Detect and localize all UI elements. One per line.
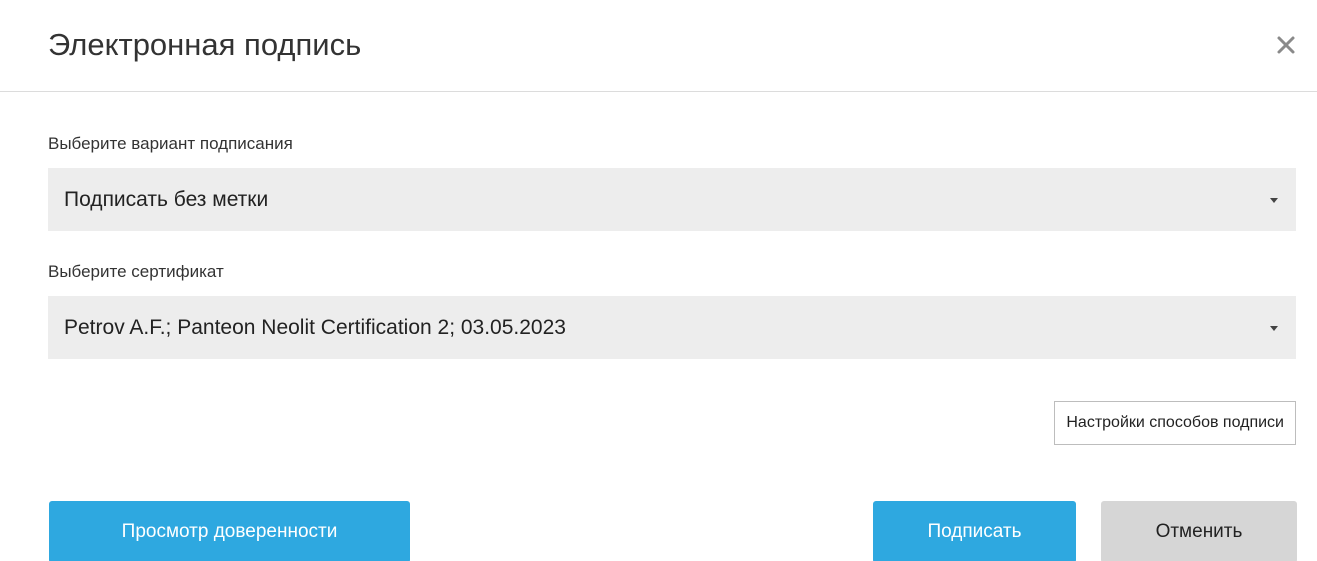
certificate-label: Выберите сертификат — [48, 262, 224, 281]
chevron-down-icon — [1270, 197, 1278, 203]
cancel-button[interactable]: Отменить — [1101, 501, 1297, 561]
close-icon — [1277, 36, 1295, 54]
signing-variant-value: Подписать без метки — [64, 187, 269, 211]
electronic-signature-dialog: Электронная подпись Выберите вариант под… — [0, 0, 1317, 561]
certificate-value: Petrov A.F.; Panteon Neolit Certificatio… — [64, 315, 566, 339]
view-power-of-attorney-button[interactable]: Просмотр доверенности — [49, 501, 410, 561]
sign-button[interactable]: Подписать — [873, 501, 1076, 561]
close-button[interactable] — [1269, 28, 1303, 62]
signing-variant-select[interactable]: Подписать без метки — [48, 168, 1296, 231]
chevron-down-icon — [1270, 325, 1278, 331]
signature-settings-button[interactable]: Настройки способов подписи — [1054, 401, 1296, 445]
dialog-title: Электронная подпись — [48, 27, 362, 62]
signing-variant-label: Выберите вариант подписания — [48, 134, 293, 153]
dialog-header: Электронная подпись — [0, 0, 1317, 92]
certificate-select[interactable]: Petrov A.F.; Panteon Neolit Certificatio… — [48, 296, 1296, 359]
